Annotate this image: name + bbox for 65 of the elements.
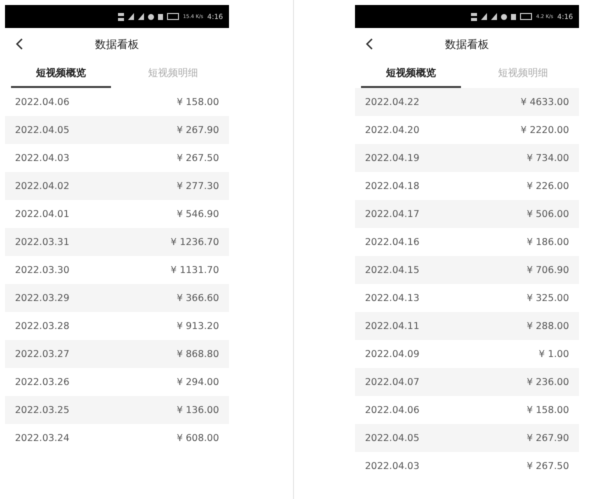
date-text: 2022.04.06 [15, 96, 70, 108]
back-icon[interactable] [365, 38, 373, 50]
date-text: 2022.03.31 [15, 236, 70, 248]
amount-text: ¥ 546.90 [176, 208, 219, 220]
date-text: 2022.04.05 [15, 124, 70, 136]
amount-text: ¥ 706.90 [526, 264, 569, 276]
date-text: 2022.04.03 [365, 460, 420, 472]
date-text: 2022.03.29 [15, 292, 70, 304]
date-text: 2022.04.15 [365, 264, 420, 276]
date-text: 2022.04.09 [365, 348, 420, 360]
date-text: 2022.03.26 [15, 376, 70, 388]
date-text: 2022.04.06 [365, 404, 420, 416]
square-icon [158, 14, 163, 20]
amount-text: ¥ 288.00 [526, 320, 569, 332]
date-text: 2022.04.11 [365, 320, 420, 332]
amount-text: ¥ 267.90 [176, 124, 219, 136]
date-text: 2022.04.18 [365, 180, 420, 192]
date-text: 2022.04.16 [365, 236, 420, 248]
amount-text: ¥ 1131.70 [170, 264, 219, 276]
back-icon[interactable] [15, 38, 23, 50]
amount-text: ¥ 913.20 [176, 320, 219, 332]
amount-text: ¥ 136.00 [176, 404, 219, 416]
amount-text: ¥ 1236.70 [170, 236, 219, 248]
square-icon [511, 14, 516, 20]
date-text: 2022.03.24 [15, 432, 70, 444]
amount-text: ¥ 325.00 [526, 292, 569, 304]
battery-icon [166, 13, 179, 20]
page-title: 数据看板 [445, 36, 489, 52]
amount-text: ¥ 366.60 [176, 292, 219, 304]
date-text: 2022.03.30 [15, 264, 70, 276]
battery-icon [520, 13, 532, 20]
amount-text: ¥ 158.00 [176, 96, 219, 108]
amount-text: ¥ 608.00 [176, 432, 219, 444]
amount-text: ¥ 267.50 [526, 460, 569, 472]
date-text: 2022.04.20 [365, 124, 420, 136]
amount-text: ¥ 277.30 [176, 180, 219, 192]
page-title: 数据看板 [95, 36, 139, 52]
date-text: 2022.04.07 [365, 376, 420, 388]
date-text: 2022.04.03 [15, 152, 70, 164]
date-text: 2022.04.13 [365, 292, 420, 304]
amount-text: ¥ 868.80 [176, 348, 219, 360]
date-text: 2022.04.05 [365, 432, 420, 444]
sim-icon [471, 12, 478, 20]
date-text: 2022.04.02 [15, 180, 70, 192]
amount-text: ¥ 226.00 [526, 180, 569, 192]
amount-text: ¥ 267.50 [176, 152, 219, 164]
date-text: 2022.03.27 [15, 348, 70, 360]
amount-text: ¥ 506.00 [526, 208, 569, 220]
amount-text: ¥ 294.00 [176, 376, 219, 388]
amount-text: ¥ 4633.00 [520, 96, 569, 108]
date-text: 2022.04.19 [365, 152, 420, 164]
date-text: 2022.03.25 [15, 404, 70, 416]
amount-text: ¥ 734.00 [526, 152, 569, 164]
sim-icon [118, 12, 124, 20]
date-text: 2022.04.17 [365, 208, 420, 220]
amount-text: ¥ 186.00 [526, 236, 569, 248]
date-text: 2022.04.22 [365, 96, 420, 108]
date-text: 2022.03.28 [15, 320, 70, 332]
amount-text: ¥ 1.00 [538, 348, 569, 360]
amount-text: ¥ 267.90 [526, 432, 569, 444]
tab[interactable]: 短视频概览 [11, 60, 111, 88]
amount-text: ¥ 236.00 [526, 376, 569, 388]
amount-text: ¥ 158.00 [526, 404, 569, 416]
amount-text: ¥ 2220.00 [520, 124, 569, 136]
date-text: 2022.04.01 [15, 208, 70, 220]
